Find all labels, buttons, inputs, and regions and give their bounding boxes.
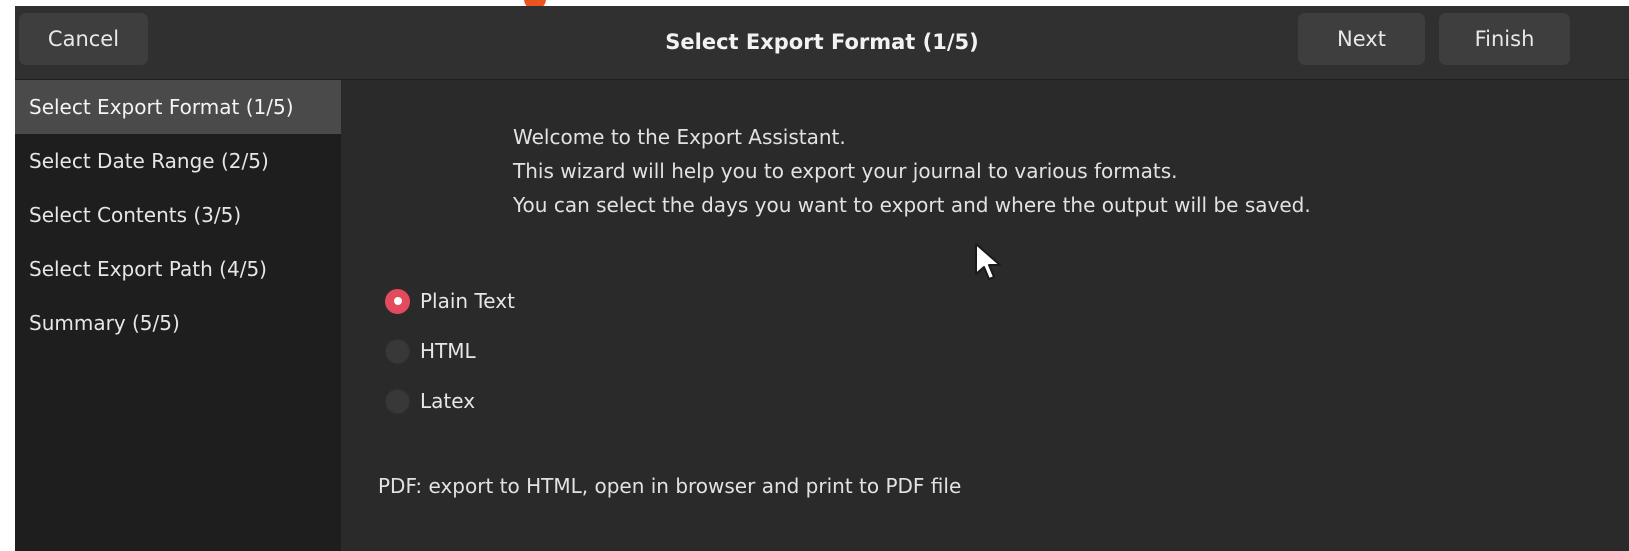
export-format-page: Welcome to the Export Assistant. This wi… [341, 80, 1629, 551]
welcome-line: Welcome to the Export Assistant. [513, 125, 846, 149]
format-option-plain-text[interactable]: Plain Text [385, 276, 515, 326]
welcome-text: Welcome to the Export Assistant. This wi… [513, 120, 1311, 222]
radio-button[interactable] [385, 338, 410, 364]
sidebar-item-select-export-path[interactable]: Select Export Path (4/5) [15, 242, 341, 296]
sidebar-item-summary[interactable]: Summary (5/5) [15, 296, 341, 350]
format-option-label: Plain Text [420, 289, 515, 313]
sidebar-item-select-export-format[interactable]: Select Export Format (1/5) [15, 80, 341, 134]
header-bar: Select Export Format (1/5) Cancel Next F… [15, 6, 1629, 80]
format-option-latex[interactable]: Latex [385, 376, 515, 426]
radio-button[interactable] [385, 388, 410, 414]
format-radio-group: Plain Text HTML Latex [385, 276, 515, 426]
welcome-line: You can select the days you want to expo… [513, 193, 1311, 217]
mouse-pointer-icon [975, 243, 1001, 280]
welcome-line: This wizard will help you to export your… [513, 159, 1178, 183]
format-option-html[interactable]: HTML [385, 326, 515, 376]
pdf-hint-text: PDF: export to HTML, open in browser and… [378, 474, 962, 498]
steps-sidebar: Select Export Format (1/5) Select Date R… [15, 80, 341, 551]
next-button[interactable]: Next [1298, 13, 1425, 65]
format-option-label: Latex [420, 389, 476, 413]
screen-frame: Select Export Format (1/5) Cancel Next F… [0, 0, 1629, 551]
format-option-label: HTML [420, 339, 476, 363]
sidebar-item-select-date-range[interactable]: Select Date Range (2/5) [15, 134, 341, 188]
finish-button[interactable]: Finish [1439, 13, 1570, 65]
radio-button-checked[interactable] [385, 288, 410, 314]
export-assistant-window: Select Export Format (1/5) Cancel Next F… [15, 6, 1629, 551]
sidebar-item-select-contents[interactable]: Select Contents (3/5) [15, 188, 341, 242]
cancel-button[interactable]: Cancel [19, 13, 148, 65]
